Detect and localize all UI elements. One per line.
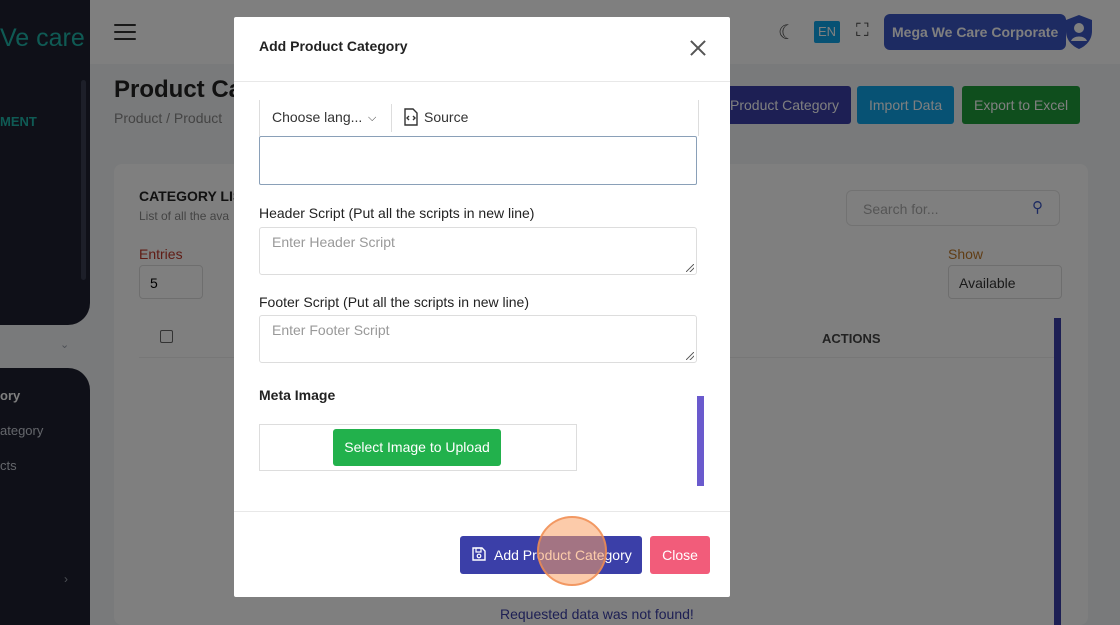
meta-image-label: Meta Image bbox=[259, 387, 336, 403]
footer-script-label: Footer Script (Put all the scripts in ne… bbox=[259, 294, 529, 310]
resize-grip-icon[interactable] bbox=[686, 352, 694, 360]
resize-grip-icon[interactable] bbox=[686, 264, 694, 272]
modal-header: Add Product Category bbox=[234, 17, 730, 82]
header-script-textarea[interactable]: Enter Header Script bbox=[259, 227, 697, 275]
header-script-label: Header Script (Put all the scripts in ne… bbox=[259, 205, 535, 221]
select-image-button[interactable]: Select Image to Upload bbox=[333, 429, 501, 466]
save-icon bbox=[472, 547, 486, 561]
modal-title: Add Product Category bbox=[259, 38, 408, 54]
source-code-icon[interactable] bbox=[401, 107, 421, 127]
language-select[interactable]: Choose lang... bbox=[272, 109, 362, 125]
modal-footer-divider bbox=[234, 511, 730, 512]
rich-text-editor[interactable] bbox=[259, 136, 697, 185]
close-icon[interactable] bbox=[688, 38, 708, 58]
source-button-label[interactable]: Source bbox=[424, 109, 468, 125]
footer-script-textarea[interactable]: Enter Footer Script bbox=[259, 315, 697, 363]
toolbar-divider bbox=[391, 104, 392, 132]
close-button[interactable]: Close bbox=[650, 536, 710, 574]
footer-script-placeholder: Enter Footer Script bbox=[272, 322, 390, 338]
header-script-placeholder: Enter Header Script bbox=[272, 234, 395, 250]
add-product-category-modal: Add Product Category Choose lang... ⌵ So… bbox=[234, 17, 730, 597]
add-button-label: Add Product Category bbox=[494, 547, 632, 563]
add-product-category-button[interactable]: Add Product Category bbox=[460, 536, 642, 574]
modal-scrollbar[interactable] bbox=[697, 396, 704, 486]
chevron-down-icon[interactable]: ⌵ bbox=[368, 112, 376, 125]
